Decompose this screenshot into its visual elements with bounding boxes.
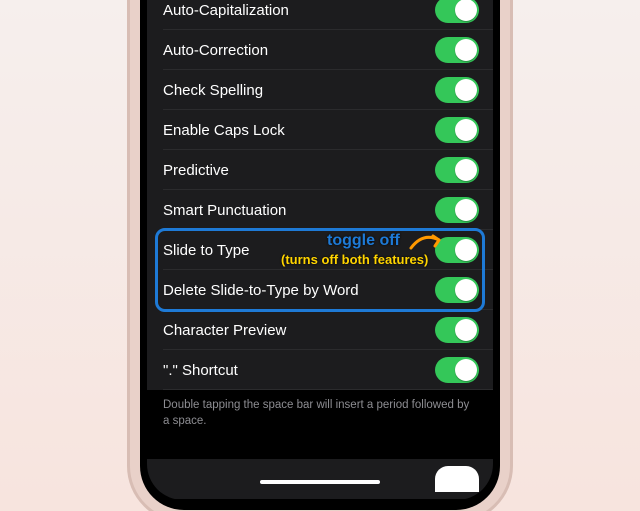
setting-label: Check Spelling (163, 82, 263, 99)
setting-row-auto-capitalization[interactable]: Auto-Capitalization (147, 0, 493, 30)
setting-row-auto-correction[interactable]: Auto-Correction (147, 30, 493, 70)
toggle-check-spelling[interactable] (435, 77, 479, 103)
toggle-character-preview[interactable] (435, 317, 479, 343)
toggle-knob (455, 279, 477, 301)
toggle-knob (455, 0, 477, 21)
section-footer: Double tapping the space bar will insert… (147, 390, 493, 443)
setting-label: Predictive (163, 162, 229, 179)
phone-screen: Auto-Capitalization Auto-Correction Chec… (147, 0, 493, 500)
toggle-knob (455, 239, 477, 261)
toggle-peek[interactable] (435, 466, 479, 492)
annotation-text-toggle-off: toggle off (327, 232, 400, 250)
setting-label: Slide to Type (163, 242, 249, 259)
toggle-knob (455, 319, 477, 341)
setting-label: Auto-Capitalization (163, 2, 289, 19)
annotation-arrow-icon (409, 232, 445, 254)
setting-label: Character Preview (163, 322, 286, 339)
toggle-enable-caps-lock[interactable] (435, 117, 479, 143)
toggle-period-shortcut[interactable] (435, 357, 479, 383)
setting-row-predictive[interactable]: Predictive (147, 150, 493, 190)
toggle-knob (455, 119, 477, 141)
setting-row-character-preview[interactable]: Character Preview (147, 310, 493, 350)
toggle-auto-correction[interactable] (435, 37, 479, 63)
annotation-text-subtitle: (turns off both features) (281, 252, 428, 267)
setting-row-smart-punctuation[interactable]: Smart Punctuation (147, 190, 493, 230)
setting-label: Delete Slide-to-Type by Word (163, 282, 359, 299)
setting-label: "." Shortcut (163, 362, 238, 379)
home-indicator[interactable] (260, 480, 380, 484)
phone-frame: Auto-Capitalization Auto-Correction Chec… (140, 0, 500, 510)
setting-row-enable-caps-lock[interactable]: Enable Caps Lock (147, 110, 493, 150)
toggle-predictive[interactable] (435, 157, 479, 183)
setting-label: Auto-Correction (163, 42, 268, 59)
setting-row-period-shortcut[interactable]: "." Shortcut (147, 350, 493, 390)
setting-row-check-spelling[interactable]: Check Spelling (147, 70, 493, 110)
setting-label: Enable Caps Lock (163, 122, 285, 139)
toggle-knob (455, 79, 477, 101)
toggle-knob (455, 199, 477, 221)
toggle-smart-punctuation[interactable] (435, 197, 479, 223)
toggle-knob (455, 39, 477, 61)
toggle-delete-slide-to-type-by-word[interactable] (435, 277, 479, 303)
toggle-knob (455, 359, 477, 381)
toggle-auto-capitalization[interactable] (435, 0, 479, 23)
setting-row-delete-slide-to-type-by-word[interactable]: Delete Slide-to-Type by Word (147, 270, 493, 310)
setting-label: Smart Punctuation (163, 202, 286, 219)
toggle-knob (455, 159, 477, 181)
stage: Auto-Capitalization Auto-Correction Chec… (0, 0, 640, 511)
